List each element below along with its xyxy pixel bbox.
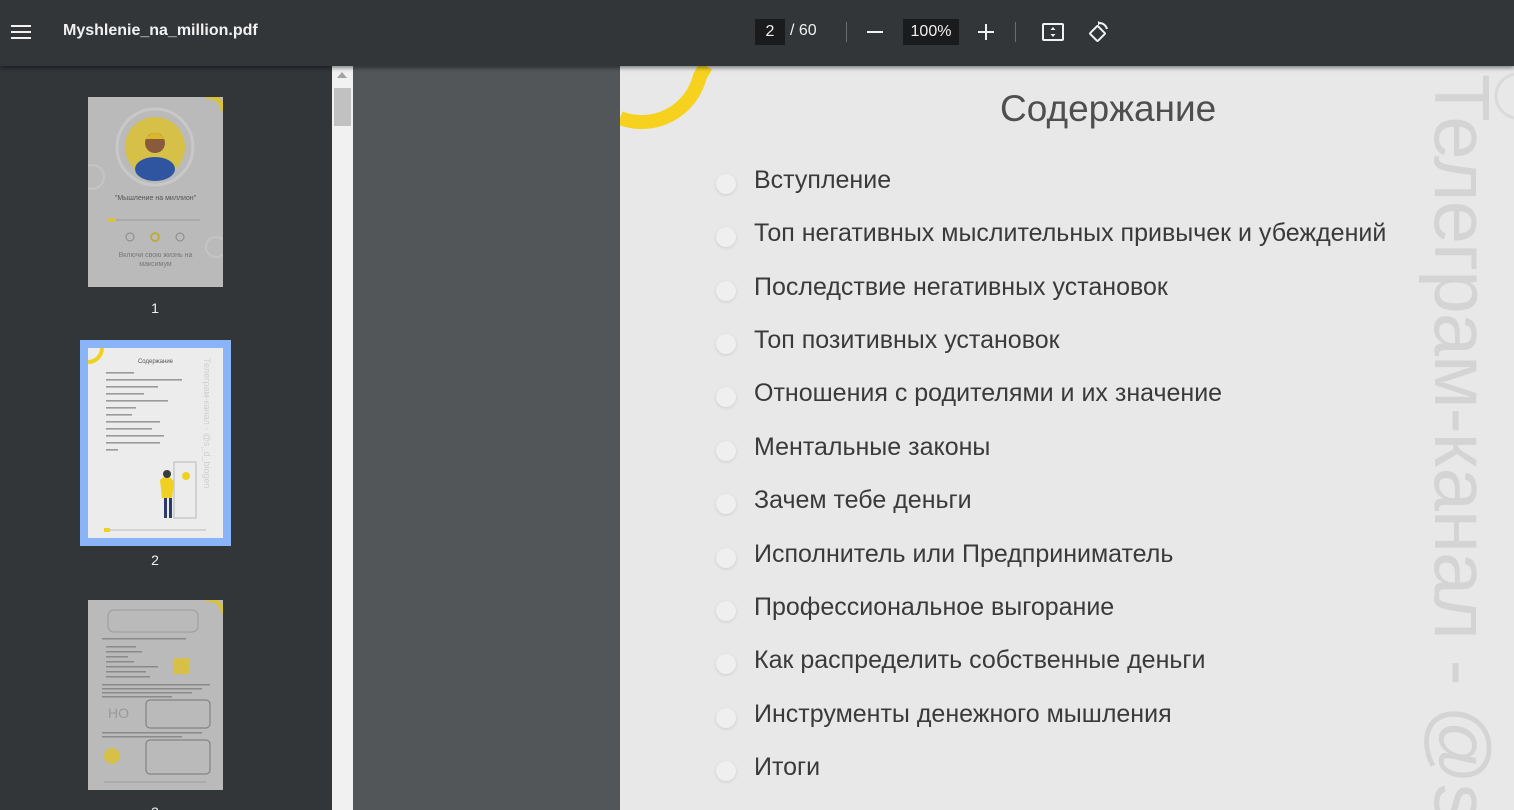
bullet-icon [716, 334, 736, 354]
page-number-input[interactable] [755, 19, 785, 45]
toolbar-divider [1015, 22, 1016, 42]
bullet-icon [716, 654, 736, 674]
thumbnail-number: 1 [151, 300, 159, 316]
zoom-out-button[interactable] [861, 18, 889, 46]
bullet-icon [716, 761, 736, 781]
scroll-up-arrow-icon[interactable] [337, 72, 347, 78]
bullet-icon [716, 281, 736, 301]
thumbnail-heading: Содержание [137, 359, 174, 365]
thumbnail-number: 3 [145, 804, 165, 810]
page-thumbnail-3[interactable]: НО [88, 600, 223, 790]
sidebar-scrollbar[interactable] [332, 66, 353, 810]
thumbnail-slogan: Включи свою жизнь на максимум [118, 252, 193, 268]
page-total: / 60 [790, 22, 817, 39]
bullet-icon [716, 494, 736, 514]
bullet-icon [716, 601, 736, 621]
page-thumbnail-1[interactable]: "Мышление на миллион" Включи свою жизнь … [88, 97, 223, 287]
svg-text:Телеграм-канал - @s_d_biogen: Телеграм-канал - @s_d_biogen [202, 358, 212, 488]
bullet-icon [716, 174, 736, 194]
pdf-toolbar: Myshlenie_na_million.pdf / 60 [0, 0, 1514, 66]
document-title: Myshlenie_na_million.pdf [63, 22, 258, 39]
thumbnail-number: 2 [151, 552, 159, 568]
zoom-input[interactable] [903, 19, 959, 45]
bullet-icon [716, 708, 736, 728]
fit-page-icon [1042, 23, 1064, 41]
scrollbar-thumb[interactable] [334, 88, 351, 126]
toolbar-divider [846, 22, 847, 42]
bullet-icon [716, 227, 736, 247]
svg-text:НО: НО [108, 705, 129, 721]
watermark: Телеграм-канал - @s [1418, 74, 1506, 810]
document-viewer[interactable]: Телеграм-канал - @s Содержание Вступлени… [353, 66, 1514, 810]
fit-to-page-button[interactable] [1039, 18, 1067, 46]
bullet-icon [716, 548, 736, 568]
bullet-icon [716, 441, 736, 461]
page-thumbnail-2[interactable]: Телеграм-канал - @s_d_biogen Содержание [88, 348, 223, 538]
plus-icon [978, 24, 994, 40]
rotate-icon [1089, 21, 1108, 42]
thumbnail-preview: Телеграм-канал - @s_d_biogen [88, 348, 223, 538]
zoom-in-button[interactable] [972, 18, 1000, 46]
thumbnail-title: "Мышление на миллион" [114, 195, 197, 202]
menu-icon[interactable] [8, 20, 34, 44]
bullet-icon [716, 387, 736, 407]
pdf-page: Телеграм-канал - @s Содержание Вступлени… [620, 66, 1514, 810]
thumbnail-preview: НО [88, 600, 223, 790]
page-heading: Содержание [1000, 88, 1217, 129]
rotate-button[interactable] [1084, 18, 1112, 46]
minus-icon [867, 31, 883, 33]
thumbnail-sidebar: "Мышление на миллион" Включи свою жизнь … [0, 66, 332, 810]
